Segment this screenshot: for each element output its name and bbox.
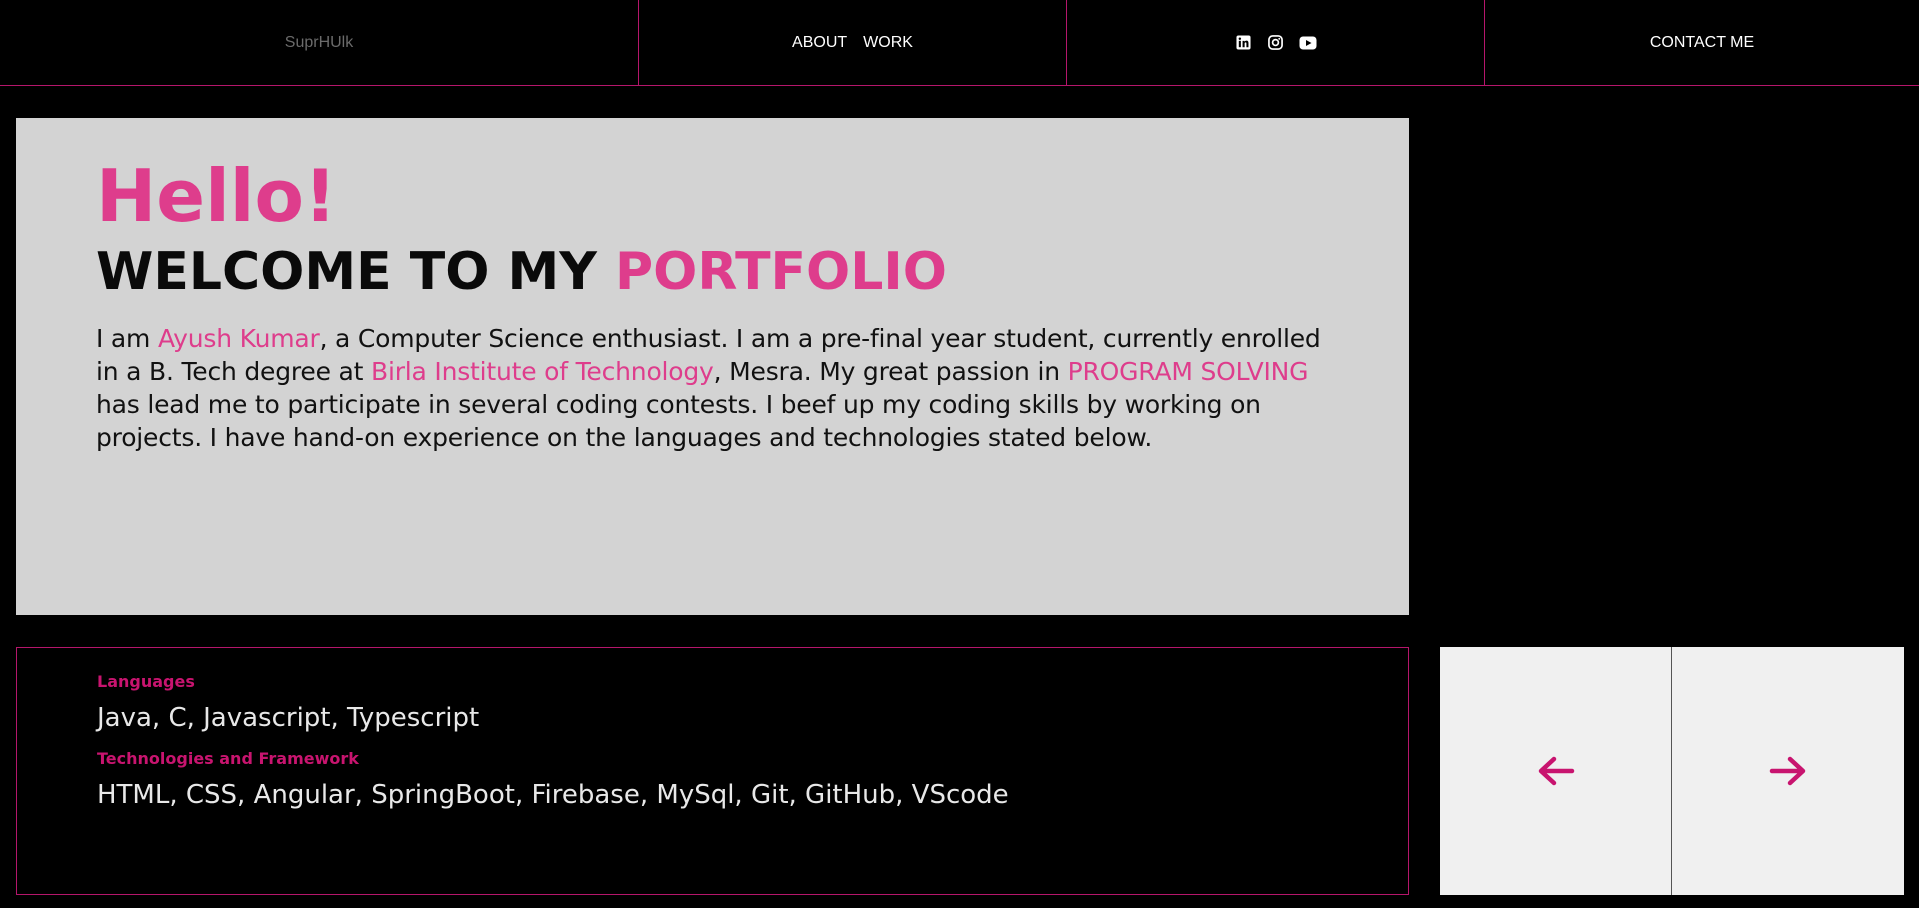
bio-text-4: has lead me to participate in several co… (96, 390, 1261, 452)
youtube-icon[interactable] (1299, 34, 1317, 52)
instagram-icon[interactable] (1267, 34, 1285, 52)
arrow-right-icon (1769, 756, 1806, 786)
grid-graphic (1439, 117, 1904, 615)
bio-name: Ayush Kumar (157, 324, 320, 353)
hero-title-prefix: WELCOME TO MY (96, 242, 616, 302)
hero-bio: I am Ayush Kumar, a Computer Science ent… (96, 322, 1336, 454)
bio-passion: PROGRAM SOLVING (1067, 357, 1309, 386)
contact-me-label[interactable]: CONTACT ME (1650, 34, 1754, 52)
bio-institute: Birla Institute of Technology (371, 357, 714, 386)
hero-title: WELCOME TO MY PORTFOLIO (96, 240, 1329, 304)
linkedin-icon[interactable] (1235, 34, 1253, 52)
skills-section: Languages Java, C, Javascript, Typescrip… (16, 647, 1409, 895)
nav-links: ABOUT WORK (639, 0, 1067, 85)
hero-title-accent: PORTFOLIO (615, 242, 947, 302)
hero-section: Hello! WELCOME TO MY PORTFOLIO I am Ayus… (16, 118, 1409, 615)
decorative-grid (1439, 117, 1904, 615)
top-nav: SuprHUlk ABOUT WORK CONTACT ME (0, 0, 1919, 86)
bio-text-1: I am (96, 324, 158, 353)
brand-name[interactable]: SuprHUlk (285, 34, 353, 52)
bio-text-3: , Mesra. My great passion in (713, 357, 1068, 386)
next-button[interactable] (1672, 647, 1904, 895)
arrow-left-icon (1538, 756, 1574, 786)
contact-me-button[interactable]: CONTACT ME (1485, 0, 1919, 85)
hero-greeting: Hello! (96, 154, 337, 238)
technologies-heading: Technologies and Framework (97, 749, 359, 768)
prev-button[interactable] (1440, 647, 1672, 895)
languages-heading: Languages (97, 672, 195, 691)
nav-link-work[interactable]: WORK (863, 34, 913, 52)
nav-link-about[interactable]: ABOUT (792, 34, 847, 52)
technologies-list: HTML, CSS, Angular, SpringBoot, Firebase… (97, 780, 1009, 810)
carousel-controls (1440, 647, 1904, 895)
languages-list: Java, C, Javascript, Typescript (97, 703, 480, 733)
brand-logo[interactable]: SuprHUlk (0, 0, 639, 85)
social-links (1067, 0, 1485, 85)
